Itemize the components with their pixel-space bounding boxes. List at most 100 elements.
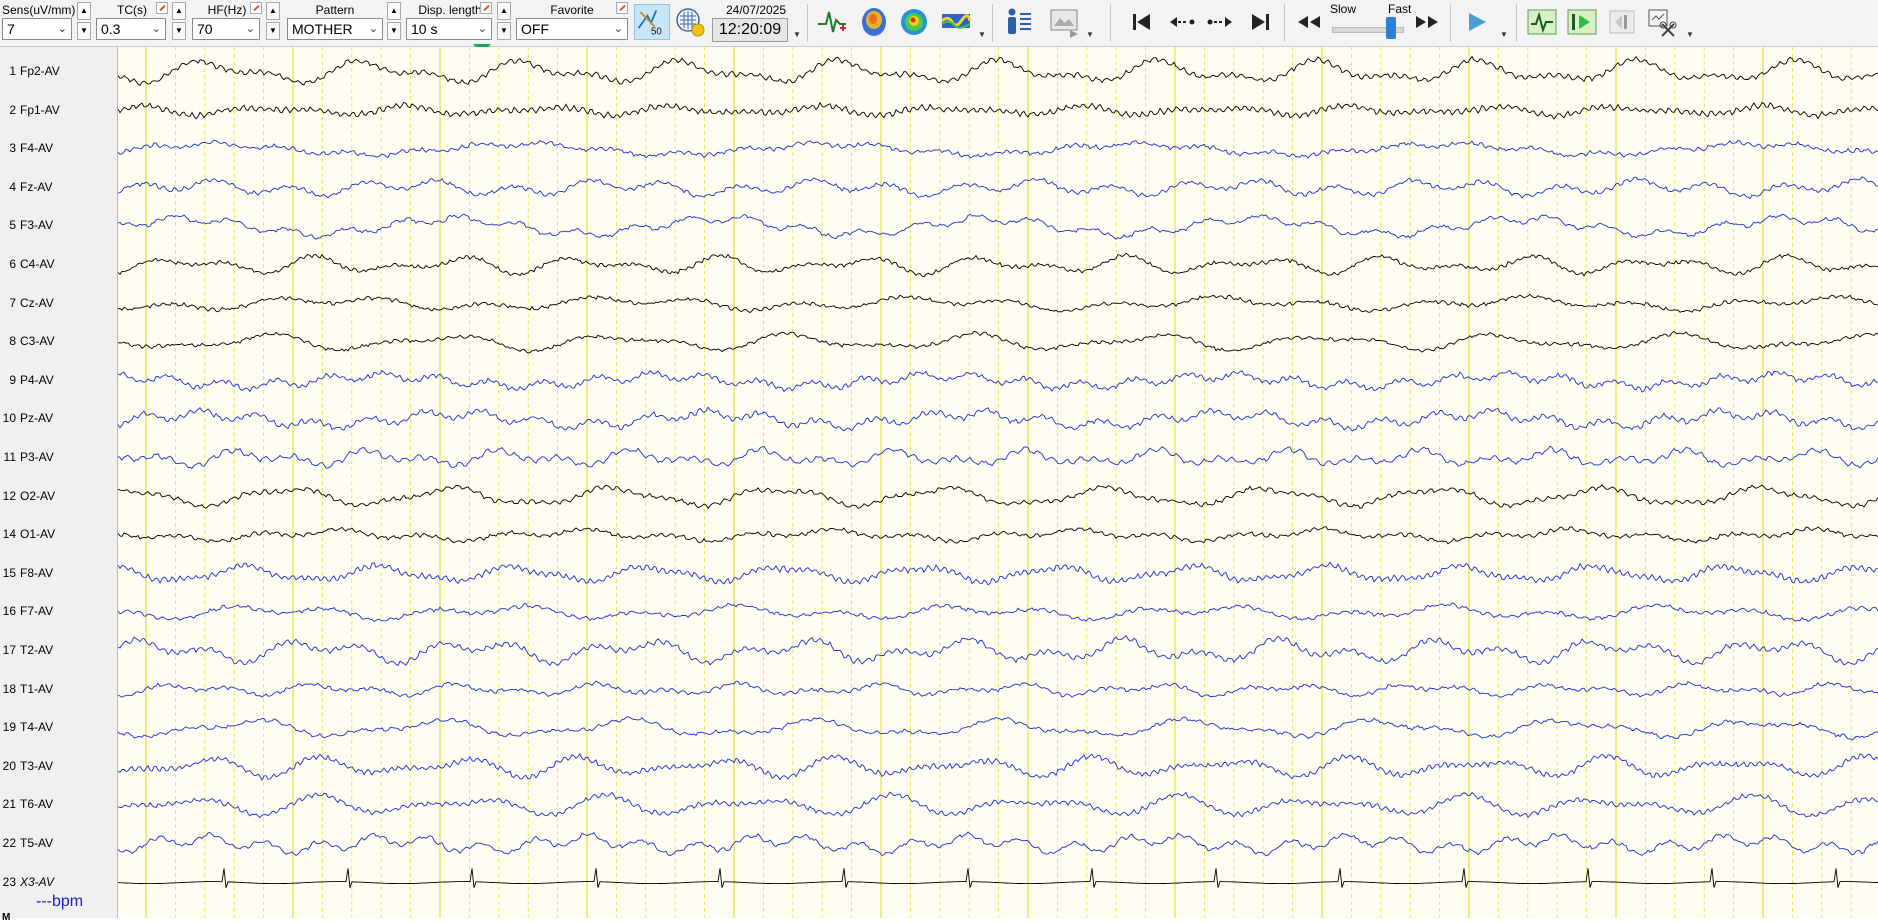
- waveform-button[interactable]: [816, 6, 848, 38]
- channel-label[interactable]: 11 P3-AV: [2, 450, 54, 464]
- tc-edit-icon[interactable]: [156, 2, 168, 14]
- channel-label[interactable]: 2 Fp1-AV: [2, 102, 60, 117]
- channel-number: 11: [3, 450, 16, 464]
- channel-label[interactable]: 20 T3-AV: [2, 759, 53, 773]
- channel-label[interactable]: 9 P4-AV: [2, 372, 54, 387]
- pattern-stepper[interactable]: ▲ ▼: [387, 2, 401, 42]
- spin-up-icon[interactable]: ▲: [172, 2, 186, 20]
- channel-label[interactable]: 1 Fp2-AV: [2, 64, 60, 78]
- spin-up-icon[interactable]: ▲: [497, 2, 511, 20]
- channel-name: P4-AV: [20, 372, 54, 387]
- eeg-trace: [118, 406, 1878, 432]
- hf-edit-icon[interactable]: [250, 2, 262, 14]
- disp-length-value: 10 s: [411, 21, 438, 37]
- disp-length-edit-icon[interactable]: [480, 2, 492, 14]
- eeg-trace: [118, 680, 1878, 698]
- eeg-trace: [118, 369, 1878, 393]
- go-to-end-button[interactable]: [1244, 6, 1276, 38]
- separator: [1284, 4, 1285, 42]
- step-forward-button[interactable]: [1204, 6, 1236, 38]
- speed-slider-thumb[interactable]: [1386, 17, 1396, 39]
- eeg-trace: [118, 561, 1878, 586]
- spin-up-icon[interactable]: ▲: [77, 2, 91, 20]
- head-map-button[interactable]: [858, 6, 890, 38]
- spin-down-icon[interactable]: ▼: [387, 22, 401, 40]
- spin-down-icon[interactable]: ▼: [497, 22, 511, 40]
- channel-number: 21: [2, 797, 16, 812]
- montage-grid-button[interactable]: [674, 6, 706, 38]
- channel-label[interactable]: 16 F7-AV: [2, 604, 53, 618]
- eeg-trace-area[interactable]: [118, 47, 1878, 918]
- pattern-select[interactable]: MOTHER ⌄: [287, 18, 383, 40]
- spin-down-icon[interactable]: ▼: [172, 22, 186, 40]
- channel-label[interactable]: 12 O2-AV: [2, 489, 55, 503]
- time-display[interactable]: 12:20:09: [712, 18, 788, 42]
- speed-fast-label: Fast: [1388, 2, 1412, 16]
- tc-stepper[interactable]: ▲ ▼: [172, 2, 186, 42]
- spin-down-icon[interactable]: ▼: [266, 22, 280, 40]
- channel-number: 5: [9, 218, 16, 233]
- eeg-trace: [118, 602, 1878, 623]
- channel-label[interactable]: 17 T2-AV: [2, 643, 53, 657]
- favorite-control: Favorite OFF ⌄: [516, 0, 628, 46]
- tools-dropdown-icon[interactable]: ▼: [1686, 30, 1694, 39]
- eeg-trace-canvas: [118, 47, 1878, 918]
- topography-button[interactable]: [898, 6, 930, 38]
- channel-name: Fp1-AV: [20, 102, 60, 117]
- event-play-button[interactable]: [1566, 6, 1598, 38]
- spin-up-icon[interactable]: ▲: [387, 2, 401, 20]
- favorite-edit-icon[interactable]: [616, 2, 628, 14]
- channel-label[interactable]: 14 O1-AV: [2, 527, 55, 541]
- tools-button[interactable]: [1646, 6, 1678, 38]
- channel-label[interactable]: 21 T6-AV: [2, 797, 53, 811]
- channel-label-column: 1 Fp2-AV 2 Fp1-AV 3 F4-AV 4 Fz-AV 5 F3-AV 6 C4-AV 7 C…: [0, 47, 118, 918]
- step-back-button[interactable]: [1166, 6, 1198, 38]
- tc-select[interactable]: 0.3 ⌄: [96, 18, 166, 40]
- spectrum-button[interactable]: [940, 6, 972, 38]
- eeg-trace: [118, 634, 1878, 667]
- video-dropdown-icon[interactable]: ▼: [1086, 30, 1094, 39]
- rewind-button[interactable]: [1292, 6, 1324, 38]
- disp-length-select[interactable]: 10 s ⌄: [406, 18, 492, 40]
- play-button[interactable]: [1460, 6, 1492, 38]
- channel-label[interactable]: 15 F8-AV: [2, 566, 53, 580]
- sens-stepper[interactable]: ▲ ▼: [77, 2, 91, 42]
- rewind-icon: [1298, 16, 1320, 28]
- event-prev-button[interactable]: [1606, 6, 1638, 38]
- channel-label[interactable]: 10 Pz-AV: [2, 411, 53, 425]
- disp-length-stepper[interactable]: ▲ ▼: [497, 2, 511, 42]
- favorite-value: OFF: [521, 21, 549, 37]
- channel-label[interactable]: 22 T5-AV: [2, 836, 53, 850]
- channel-number: 23: [2, 874, 16, 889]
- patient-info-button[interactable]: [1002, 6, 1034, 38]
- channel-label[interactable]: 7 Cz-AV: [2, 296, 53, 310]
- channel-label[interactable]: 19 T4-AV: [2, 720, 53, 734]
- channel-label[interactable]: 5 F3-AV: [2, 218, 53, 232]
- fast-forward-button[interactable]: [1412, 6, 1444, 38]
- spin-up-icon[interactable]: ▲: [266, 2, 280, 20]
- notch-filter-button[interactable]: 50: [634, 4, 670, 40]
- heart-rate-readout: ---bpm: [36, 893, 84, 910]
- hf-select[interactable]: 70 ⌄: [192, 18, 260, 40]
- channel-label[interactable]: 6 C4-AV: [2, 257, 54, 271]
- play-dropdown-icon[interactable]: ▼: [1500, 30, 1508, 39]
- event-marker-button[interactable]: [1526, 6, 1558, 38]
- eeg-trace: [118, 213, 1878, 240]
- channel-name: F3-AV: [20, 218, 54, 233]
- view-dropdown-icon[interactable]: ▼: [978, 30, 986, 39]
- spin-down-icon[interactable]: ▼: [77, 22, 91, 40]
- video-button[interactable]: [1048, 6, 1080, 38]
- eeg-trace: [118, 753, 1878, 781]
- eeg-trace: [118, 330, 1878, 354]
- time-dropdown-icon[interactable]: ▼: [793, 30, 801, 39]
- hf-stepper[interactable]: ▲ ▼: [266, 2, 280, 42]
- channel-label[interactable]: 4 Fz-AV: [2, 180, 52, 194]
- channel-label[interactable]: 3 F4-AV: [2, 141, 53, 155]
- favorite-select[interactable]: OFF ⌄: [516, 18, 628, 40]
- sens-select[interactable]: 7 ⌄: [2, 18, 72, 40]
- channel-label[interactable]: 8 C3-AV: [2, 334, 54, 348]
- channel-name: Fp2-AV: [20, 64, 60, 78]
- go-to-start-button[interactable]: [1126, 6, 1158, 38]
- channel-label[interactable]: 18 T1-AV: [2, 682, 53, 696]
- channel-label[interactable]: 23 X3-AV: [2, 875, 54, 889]
